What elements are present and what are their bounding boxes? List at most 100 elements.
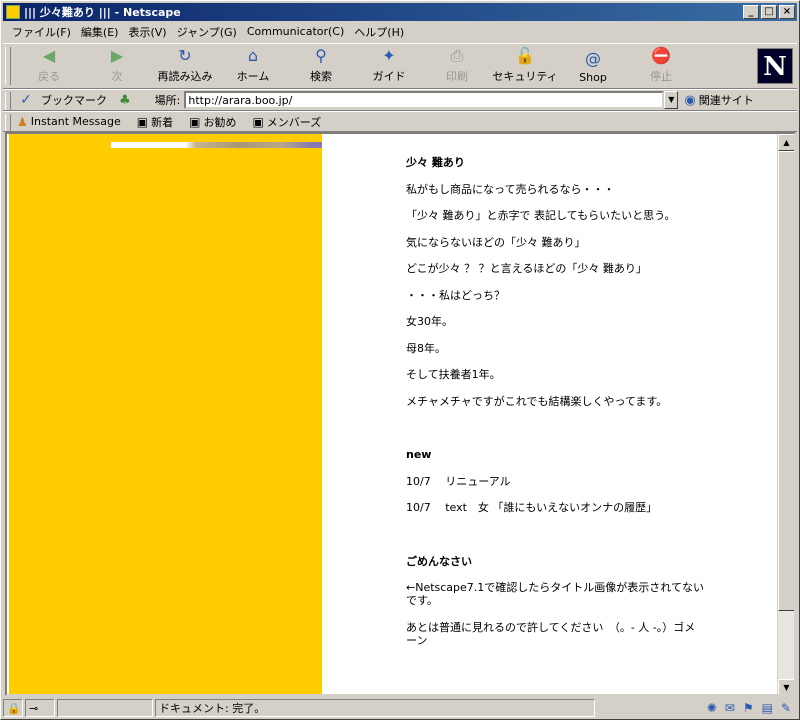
bookmarks-button[interactable]: ✓ ブックマーク <box>15 92 107 108</box>
menu-go[interactable]: ジャンプ(G) <box>172 24 242 40</box>
print-button[interactable]: ⎙ 印刷 <box>423 45 491 87</box>
netscape-app-icon <box>6 5 20 19</box>
forward-label: 次 <box>111 70 123 83</box>
address-book-icon[interactable]: ▤ <box>762 701 773 715</box>
menu-bar: ファイル(F) 編集(E) 表示(V) ジャンプ(G) Communicator… <box>3 22 797 41</box>
forward-button[interactable]: ▶ 次 <box>83 45 151 87</box>
status-bar: 🔒 ⊸ ドキュメント: 完了。 ✺ ✉ ⚑ ▤ ✎ <box>3 698 797 718</box>
mail-icon[interactable]: ✉ <box>725 701 735 715</box>
reload-label: 再読み込み <box>157 70 213 83</box>
forward-icon: ▶ <box>110 46 124 65</box>
menu-view[interactable]: 表示(V) <box>123 24 171 40</box>
scroll-thumb[interactable] <box>778 151 794 611</box>
personal-grip[interactable] <box>5 114 11 131</box>
progress-bar <box>57 699 153 717</box>
left-frame <box>9 134 323 694</box>
instant-message-label: Instant Message <box>30 115 121 128</box>
security-label: セキュリティ <box>492 70 558 83</box>
intro-line: ・・・私はどっち？ <box>406 288 505 302</box>
bookmark-recommended[interactable]: ▣ お勧め <box>189 114 236 130</box>
security-icon: 🔓 <box>515 46 535 65</box>
navigator-icon[interactable]: ✺ <box>707 701 717 715</box>
shop-icon: @ <box>585 48 601 68</box>
right-frame: 少々 難あり 私がもし商品になって売られるなら・・・ 「少々 難あり」と赤字で … <box>322 134 778 694</box>
scroll-up-button[interactable]: ▲ <box>778 134 794 151</box>
apology-text: あとは普通に見れるので許してください （。- 人 -。）ゴメーン <box>406 620 696 647</box>
url-dropdown-button[interactable]: ▼ <box>664 91 679 109</box>
online-status-icon[interactable]: ⊸ <box>25 699 55 717</box>
menu-communicator[interactable]: Communicator(C) <box>242 25 349 38</box>
title-bar: ||| 少々難あり ||| - Netscape _ □ × <box>3 3 797 21</box>
apology-text: ←Netscape7.1で確認したらタイトル画像が表示されてないです。 <box>406 581 704 607</box>
netscape-logo-icon[interactable]: N <box>757 48 793 84</box>
bookmark-page-icon: ▣ <box>136 114 149 129</box>
stop-icon: ⛔ <box>651 46 671 65</box>
bookmark-members-label: メンバーズ <box>266 115 322 129</box>
location-toolbar: ✓ ブックマーク ♣ 場所: http://arara.boo.jp/ ▼ ◉ … <box>3 89 797 111</box>
intro-line: どこが少々 ？ ？と言えるほどの「少々 難あり」 <box>406 262 647 275</box>
page-title: 少々 難あり <box>406 156 465 169</box>
maximize-button[interactable]: □ <box>761 5 777 19</box>
bookmark-page-icon: ▣ <box>189 114 201 129</box>
reload-button[interactable]: ↻ 再読み込み <box>151 45 219 87</box>
close-button[interactable]: × <box>779 5 795 19</box>
back-label: 戻る <box>38 70 60 83</box>
bookmark-recommended-label: お勧め <box>203 115 237 129</box>
instant-message-icon: ♟ <box>17 114 28 129</box>
bookmarks-icon: ✓ <box>20 92 32 108</box>
intro-line: 「少々 難あり」と赤字で 表記してもらいたいと思う。 <box>406 209 676 222</box>
scroll-down-button[interactable]: ▼ <box>778 679 794 694</box>
related-sites-label: 関連サイト <box>698 94 754 107</box>
intro-line: そして扶養者1年。 <box>406 368 501 381</box>
shop-button[interactable]: @ Shop <box>559 45 627 87</box>
personal-toolbar: ♟ Instant Message ▣ 新着 ▣ お勧め ▣ メンバーズ <box>3 111 797 132</box>
browser-window: ||| 少々難あり ||| - Netscape _ □ × ファイル(F) 編… <box>0 0 800 720</box>
related-sites-button[interactable]: ◉ 関連サイト <box>684 92 753 108</box>
minimize-button[interactable]: _ <box>743 5 759 19</box>
bookmark-new[interactable]: ▣ 新着 <box>137 114 173 130</box>
instant-message-button[interactable]: ♟ Instant Message <box>17 115 121 129</box>
news-item[interactable]: 10/7 リニューアル <box>406 475 706 488</box>
menu-edit[interactable]: 編集(E) <box>76 24 124 40</box>
url-text: http://arara.boo.jp/ <box>188 93 293 107</box>
bookmark-members[interactable]: ▣ メンバーズ <box>252 114 321 130</box>
url-input[interactable]: http://arara.boo.jp/ <box>184 91 665 109</box>
page-proxy-icon[interactable]: ♣ <box>119 93 131 108</box>
location-grip[interactable] <box>5 92 11 110</box>
intro-line: 私がもし商品になって売られるなら・・・ <box>406 182 615 196</box>
home-icon: ⌂ <box>247 46 259 65</box>
stop-button[interactable]: ⛔ 停止 <box>627 45 695 87</box>
back-button[interactable]: ◀ 戻る <box>15 45 83 87</box>
toolbar-grip[interactable] <box>5 47 11 85</box>
print-icon: ⎙ <box>450 45 464 65</box>
guide-button[interactable]: ✦ ガイド <box>355 45 423 87</box>
composer-icon[interactable]: ✎ <box>781 701 791 715</box>
menu-help[interactable]: ヘルプ(H) <box>349 24 409 40</box>
search-icon: ⚲ <box>315 46 327 65</box>
home-button[interactable]: ⌂ ホーム <box>219 45 287 87</box>
print-label: 印刷 <box>446 70 468 83</box>
page-text: 少々 難あり 私がもし商品になって売られるなら・・・ 「少々 難あり」と赤字で … <box>406 156 706 660</box>
apology-heading: ごめんなさい <box>406 554 472 568</box>
stop-label: 停止 <box>650 70 672 83</box>
shop-label: Shop <box>579 71 607 84</box>
security-button[interactable]: 🔓 セキュリティ <box>491 45 559 87</box>
vertical-scrollbar[interactable]: ▲ ▼ <box>777 134 794 694</box>
content-area: 少々 難あり 私がもし商品になって売られるなら・・・ 「少々 難あり」と赤字で … <box>5 132 796 696</box>
home-label: ホーム <box>236 70 270 83</box>
search-label: 検索 <box>310 70 332 83</box>
title-banner-image <box>111 142 323 148</box>
security-lock-icon[interactable]: 🔒 <box>3 699 23 717</box>
reload-icon: ↻ <box>178 46 192 65</box>
related-sites-icon: ◉ <box>684 92 696 108</box>
menu-file[interactable]: ファイル(F) <box>7 24 76 40</box>
component-bar: ✺ ✉ ⚑ ▤ ✎ <box>707 701 797 715</box>
intro-line: 気にならないほどの「少々 難あり」 <box>406 235 586 249</box>
location-label: 場所: <box>154 94 181 107</box>
news-item[interactable]: 10/7 text 女 「誰にもいえないオンナの履歴」 <box>406 501 706 514</box>
newsgroup-icon[interactable]: ⚑ <box>743 701 754 715</box>
back-icon: ◀ <box>42 46 56 65</box>
guide-icon: ✦ <box>382 46 396 65</box>
intro-line: 母8年。 <box>406 341 446 355</box>
search-button[interactable]: ⚲ 検索 <box>287 45 355 87</box>
